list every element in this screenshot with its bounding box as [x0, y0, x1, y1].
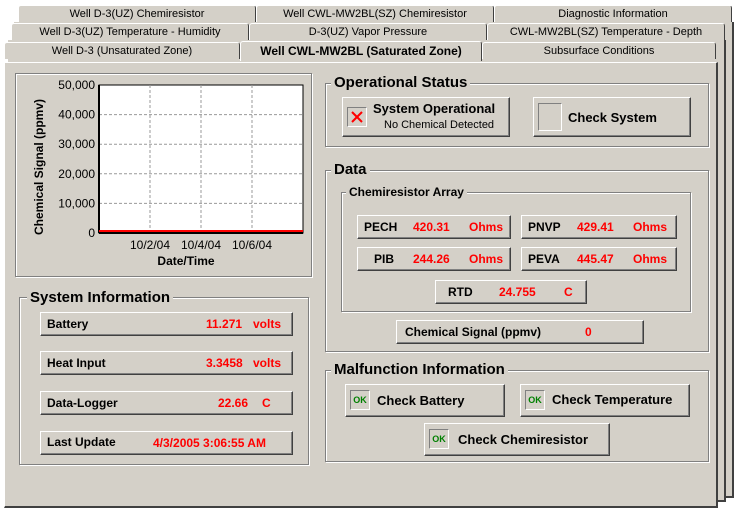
battery-value: 11.271: [206, 317, 243, 331]
rtd-unit: C: [564, 285, 573, 299]
battery-ok-icon: OK: [350, 390, 370, 410]
last-update-row: Last Update 4/3/2005 3:06:55 AM: [40, 431, 293, 455]
chemical-signal-row: Chemical Signal (ppmv) 0: [396, 320, 644, 344]
pib-row: PIB 244.26 Ohms: [357, 247, 511, 271]
system-operational-button[interactable]: System Operational No Chemical Detected: [342, 97, 510, 137]
last-update-value: 4/3/2005 3:06:55 AM: [153, 436, 266, 450]
pib-unit: Ohms: [469, 252, 504, 266]
heat-input-label: Heat Input: [47, 356, 106, 370]
chemical-signal-value: 0: [585, 325, 592, 339]
data-title: Data: [331, 162, 370, 178]
tab-cwl-saturated-zone[interactable]: Well CWL-MW2BL (Saturated Zone): [240, 41, 482, 61]
pech-unit: Ohms: [469, 220, 504, 234]
system-information-title: System Information: [27, 290, 174, 306]
operational-status-title: Operational Status: [331, 75, 471, 91]
peva-unit: Ohms: [633, 252, 668, 266]
pnvp-row: PNVP 429.41 Ohms: [521, 215, 677, 239]
x-icon: [347, 107, 367, 127]
check-chemiresistor-button[interactable]: OK Check Chemiresistor: [424, 423, 610, 456]
check-temperature-label: Check Temperature: [552, 392, 673, 407]
tab-cwl-temperature-depth[interactable]: CWL-MW2BL(SZ) Temperature - Depth: [487, 23, 725, 40]
pnvp-value: 429.41: [577, 220, 614, 234]
pnvp-unit: Ohms: [633, 220, 668, 234]
check-system-indicator: [538, 103, 562, 131]
rtd-row: RTD 24.755 C: [435, 280, 587, 304]
x-tick-label: 10/6/04: [232, 238, 272, 252]
system-operational-label: System Operational: [373, 101, 496, 116]
data-logger-unit: C: [262, 396, 271, 410]
data-logger-value: 22.66: [218, 396, 249, 410]
temperature-ok-icon: OK: [525, 390, 545, 410]
peva-row: PEVA 445.47 Ohms: [521, 247, 677, 271]
heat-input-unit: volts: [253, 356, 282, 370]
rtd-label: RTD: [448, 285, 473, 299]
peva-value: 445.47: [577, 252, 614, 266]
pnvp-label: PNVP: [528, 220, 561, 234]
no-chemical-detected-label: No Chemical Detected: [384, 119, 495, 131]
chemiresistor-array-title: Chemiresistor Array: [346, 185, 467, 199]
data-logger-label: Data-Logger: [47, 396, 118, 410]
rtd-value: 24.755: [499, 285, 536, 299]
y-tick-label: 0: [88, 226, 95, 240]
tab-d3-unsaturated-zone[interactable]: Well D-3 (Unsaturated Zone): [4, 42, 240, 59]
x-tick-label: 10/2/04: [130, 238, 170, 252]
y-tick-label: 20,000: [58, 167, 95, 181]
heat-input-row: Heat Input 3.3458 volts: [40, 351, 293, 375]
tab-d3-temperature-humidity[interactable]: Well D-3(UZ) Temperature - Humidity: [11, 23, 249, 40]
y-tick-label: 10,000: [58, 196, 95, 210]
check-temperature-button[interactable]: OK Check Temperature: [520, 384, 690, 417]
battery-label: Battery: [47, 317, 89, 331]
check-battery-button[interactable]: OK Check Battery: [345, 384, 505, 417]
heat-input-value: 3.3458: [206, 356, 243, 370]
chemical-signal-chart: 50,000 40,000 30,000 20,000 10,000 0 10/2/04 10…: [32, 78, 304, 268]
tab-page-panel: 50,000 40,000 30,000 20,000 10,000 0 10/2/04 10…: [4, 62, 718, 508]
pib-value: 244.26: [413, 252, 450, 266]
check-system-label: Check System: [568, 110, 657, 125]
y-axis-label: Chemical Signal (ppmv): [32, 99, 46, 235]
peva-label: PEVA: [528, 252, 560, 266]
chemiresistor-ok-icon: OK: [429, 429, 449, 449]
battery-unit: volts: [253, 317, 282, 331]
check-system-button[interactable]: Check System: [533, 97, 691, 137]
x-tick-label: 10/4/04: [181, 238, 221, 252]
tab-cwl-chemiresistor[interactable]: Well CWL-MW2BL(SZ) Chemiresistor: [256, 5, 494, 22]
check-chemiresistor-label: Check Chemiresistor: [458, 432, 589, 447]
y-tick-label: 40,000: [58, 108, 95, 122]
check-battery-label: Check Battery: [377, 393, 465, 408]
y-tick-label: 50,000: [58, 78, 95, 92]
data-logger-row: Data-Logger 22.66 C: [40, 391, 293, 415]
last-update-label: Last Update: [47, 435, 116, 449]
chemical-signal-label: Chemical Signal (ppmv): [405, 325, 542, 339]
pech-value: 420.31: [413, 220, 450, 234]
pech-label: PECH: [364, 220, 398, 234]
x-axis-label: Date/Time: [157, 254, 214, 268]
tab-d3-chemiresistor[interactable]: Well D-3(UZ) Chemiresistor: [18, 5, 256, 22]
pib-label: PIB: [374, 252, 395, 266]
tab-d3-vapor-pressure[interactable]: D-3(UZ) Vapor Pressure: [249, 23, 487, 40]
pech-row: PECH 420.31 Ohms: [357, 215, 511, 239]
tab-diagnostic-information[interactable]: Diagnostic Information: [494, 5, 732, 22]
battery-row: Battery 11.271 volts: [40, 312, 293, 336]
tab-subsurface-conditions[interactable]: Subsurface Conditions: [482, 42, 716, 59]
malfunction-information-title: Malfunction Information: [331, 362, 508, 378]
y-tick-label: 30,000: [58, 137, 95, 151]
